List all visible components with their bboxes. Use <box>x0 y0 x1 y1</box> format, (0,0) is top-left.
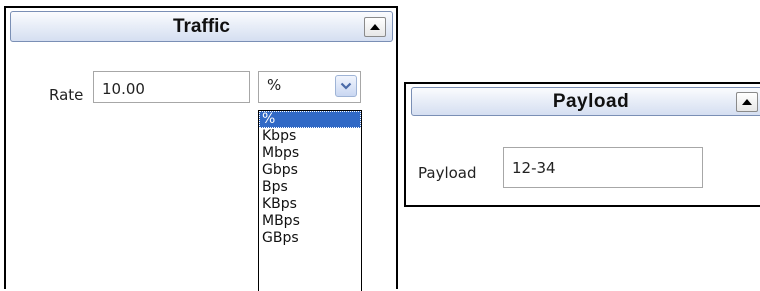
traffic-panel-header[interactable]: Traffic <box>10 11 393 42</box>
traffic-panel: Traffic Rate % %KbpsMbpsGbpsBpsKBpsMBpsG… <box>4 6 398 291</box>
traffic-collapse-button[interactable] <box>364 17 386 37</box>
unit-option[interactable]: % <box>259 111 361 128</box>
unit-option[interactable]: GBps <box>259 230 361 247</box>
arrow-up-icon <box>742 99 752 105</box>
unit-option[interactable]: Gbps <box>259 162 361 179</box>
unit-option[interactable]: KBps <box>259 196 361 213</box>
payload-input[interactable] <box>503 147 703 188</box>
unit-option[interactable]: Kbps <box>259 128 361 145</box>
traffic-panel-title: Traffic <box>172 15 231 37</box>
unit-select[interactable]: % <box>258 71 361 103</box>
unit-dropdown-list: % Kbps Mbps Gbps Bps KBps MBps GBps <box>258 110 362 291</box>
unit-option[interactable]: Bps <box>259 179 361 196</box>
payload-panel: Payload Payload <box>404 82 760 207</box>
unit-option[interactable]: MBps <box>259 213 361 230</box>
payload-label: Payload <box>418 164 477 182</box>
chevron-down-icon <box>340 82 352 90</box>
arrow-up-icon <box>370 24 380 30</box>
rate-label: Rate <box>49 86 84 104</box>
payload-panel-header[interactable]: Payload <box>411 87 760 116</box>
unit-dropdown-button[interactable] <box>335 75 357 97</box>
payload-panel-title: Payload <box>552 90 630 112</box>
unit-option[interactable]: Mbps <box>259 145 361 162</box>
payload-collapse-button[interactable] <box>736 92 758 112</box>
rate-input[interactable] <box>93 71 250 103</box>
unit-select-value: % <box>267 76 282 94</box>
